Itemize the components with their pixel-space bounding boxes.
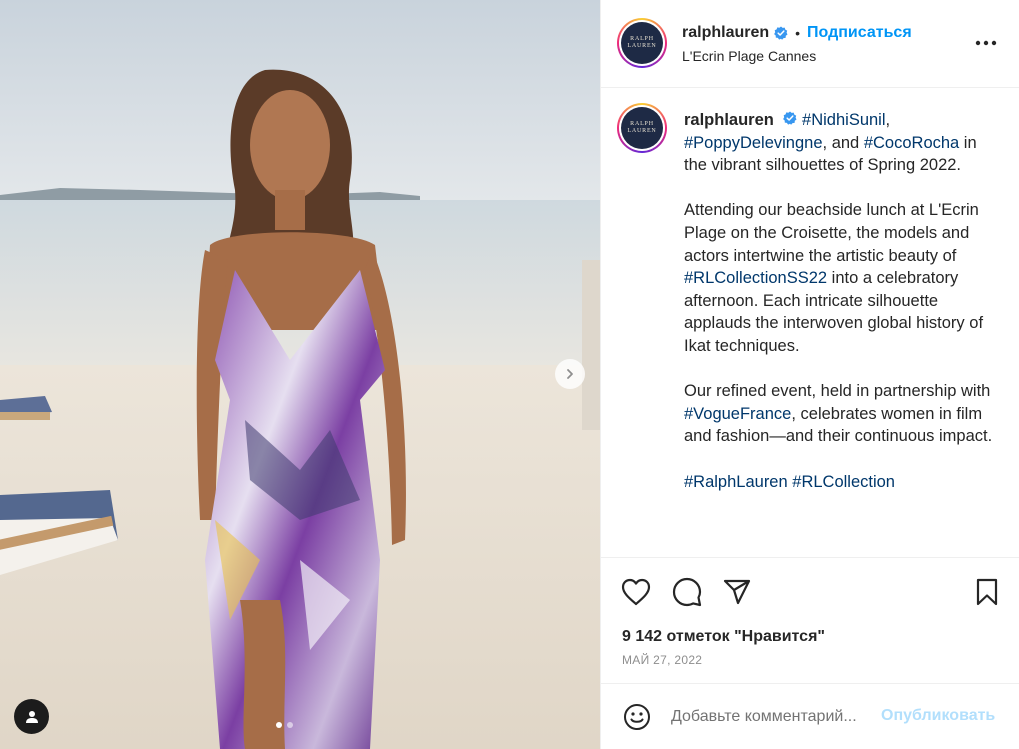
caption-avatar[interactable]: RALPH LAUREN	[617, 103, 667, 153]
user-tag-icon	[25, 710, 38, 723]
post-date[interactable]: МАЙ 27, 2022	[622, 653, 702, 667]
carousel-next-button[interactable]	[555, 359, 585, 389]
post-photo[interactable]	[0, 0, 600, 749]
share-icon	[723, 579, 751, 605]
chevron-right-icon	[567, 369, 573, 379]
comment-button[interactable]	[671, 576, 703, 608]
logo-line-1: RALPH	[630, 121, 654, 127]
carousel-indicator	[276, 722, 293, 728]
caption-text: ralphlauren #NidhiSunil, #PoppyDelevingn…	[684, 109, 994, 516]
emoji-icon	[624, 704, 650, 730]
hashtag-link[interactable]: #NidhiSunil	[802, 111, 885, 129]
hashtag-link[interactable]: #VogueFrance	[684, 405, 791, 423]
like-button[interactable]	[620, 576, 652, 608]
hashtag-link[interactable]: #RLCollectionSS22	[684, 269, 827, 287]
logo-line-2: LAUREN	[627, 128, 657, 134]
caption-username[interactable]: ralphlauren	[684, 111, 774, 129]
post-header: RALPH LAUREN ralphlauren • Подписаться L…	[601, 0, 1019, 88]
comment-icon	[672, 577, 702, 607]
header-text: ralphlauren • Подписаться L'Ecrin Plage …	[682, 22, 912, 64]
comment-input[interactable]	[671, 705, 877, 729]
likes-count[interactable]: 9 142 отметок "Нравится"	[622, 628, 825, 646]
hashtag-link[interactable]: #CocoRocha	[864, 134, 959, 152]
verified-icon	[783, 111, 797, 125]
more-icon	[975, 40, 997, 46]
post-side-panel: RALPH LAUREN ralphlauren • Подписаться L…	[600, 0, 1019, 749]
actions-section: 9 142 отметок "Нравится" МАЙ 27, 2022	[601, 557, 1019, 684]
emoji-button[interactable]	[621, 701, 653, 733]
separator-dot: •	[795, 25, 801, 41]
location-link[interactable]: L'Ecrin Plage Cannes	[682, 48, 912, 64]
more-options-button[interactable]	[973, 30, 999, 56]
post-image	[0, 0, 600, 749]
bookmark-icon	[976, 578, 998, 606]
follow-button[interactable]: Подписаться	[807, 24, 912, 42]
share-button[interactable]	[721, 576, 753, 608]
hashtag-link[interactable]: #RLCollection	[792, 473, 895, 491]
caption-text-fragment: ,	[885, 111, 891, 129]
ralph-lauren-logo: RALPH LAUREN	[621, 22, 663, 64]
verified-icon	[774, 26, 788, 40]
save-button[interactable]	[971, 576, 1003, 608]
logo-line-2: LAUREN	[627, 43, 657, 49]
publish-button[interactable]: Опубликовать	[881, 707, 995, 725]
avatar[interactable]: RALPH LAUREN	[617, 18, 667, 68]
ralph-lauren-logo: RALPH LAUREN	[621, 107, 663, 149]
carousel-dot	[287, 722, 293, 728]
caption-text-fragment: Attending our beachside lunch at L'Ecrin…	[684, 201, 979, 265]
caption-scroll-area[interactable]: RALPH LAUREN ralphlauren #NidhiSunil, #P…	[601, 89, 1019, 557]
caption-text-fragment: , and	[822, 133, 864, 152]
comment-form: Опубликовать	[601, 684, 1019, 749]
carousel-dot-active	[276, 722, 282, 728]
caption-text-fragment: Our refined event, held in partnership w…	[684, 382, 991, 401]
logo-line-1: RALPH	[630, 36, 654, 42]
username-link[interactable]: ralphlauren	[682, 24, 769, 42]
hashtag-link[interactable]: #RalphLauren	[684, 473, 788, 491]
tagged-users-button[interactable]	[14, 699, 49, 734]
hashtag-link[interactable]: #PoppyDelevingne	[684, 134, 823, 152]
heart-icon	[621, 578, 651, 606]
